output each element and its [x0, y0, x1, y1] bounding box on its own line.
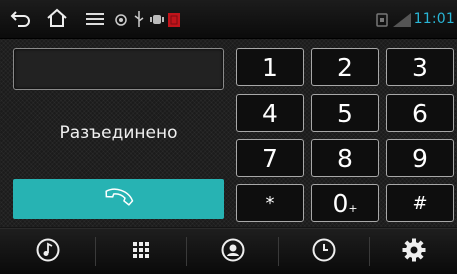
key-4[interactable]: 4	[236, 94, 304, 132]
music-icon	[36, 238, 60, 266]
music-button[interactable]	[0, 229, 95, 274]
key-0-plus: +	[348, 201, 358, 215]
call-status-label: Разъединено	[59, 123, 178, 143]
contacts-icon	[221, 238, 245, 266]
home-icon[interactable]	[46, 7, 68, 33]
sim-icon	[376, 12, 388, 31]
usb-icon	[133, 11, 145, 31]
bottom-nav	[0, 228, 457, 274]
back-icon[interactable]	[10, 8, 32, 32]
status-bar: 11:01	[0, 0, 457, 39]
key-hash[interactable]: #	[386, 184, 454, 222]
key-2[interactable]: 2	[311, 48, 379, 86]
key-8[interactable]: 8	[311, 139, 379, 177]
key-0[interactable]: 0 +	[311, 184, 379, 222]
history-icon	[312, 238, 336, 266]
call-button[interactable]	[13, 179, 224, 219]
key-7[interactable]: 7	[236, 139, 304, 177]
android-debug-icon	[150, 11, 164, 31]
history-button[interactable]	[279, 229, 369, 274]
phone-icon	[102, 187, 136, 211]
number-input[interactable]	[13, 48, 224, 90]
key-0-digit: 0	[332, 188, 349, 218]
notification-icon	[168, 12, 180, 31]
gear-icon	[402, 238, 426, 266]
contacts-button[interactable]	[187, 229, 278, 274]
dialer-panel: Разъединено 1 2 3 4 5 6 7 8 9 * 0 + #	[0, 39, 457, 227]
settings-button[interactable]	[370, 229, 457, 274]
key-star[interactable]: *	[236, 184, 304, 222]
key-3[interactable]: 3	[386, 48, 454, 86]
menu-icon[interactable]	[86, 11, 104, 30]
key-9[interactable]: 9	[386, 139, 454, 177]
clock: 11:01	[413, 11, 455, 27]
keypad-icon	[132, 241, 150, 263]
key-6[interactable]: 6	[386, 94, 454, 132]
key-1[interactable]: 1	[236, 48, 304, 86]
signal-icon	[393, 12, 411, 31]
key-5[interactable]: 5	[311, 94, 379, 132]
gps-icon	[114, 12, 128, 31]
keypad-button[interactable]	[96, 229, 186, 274]
